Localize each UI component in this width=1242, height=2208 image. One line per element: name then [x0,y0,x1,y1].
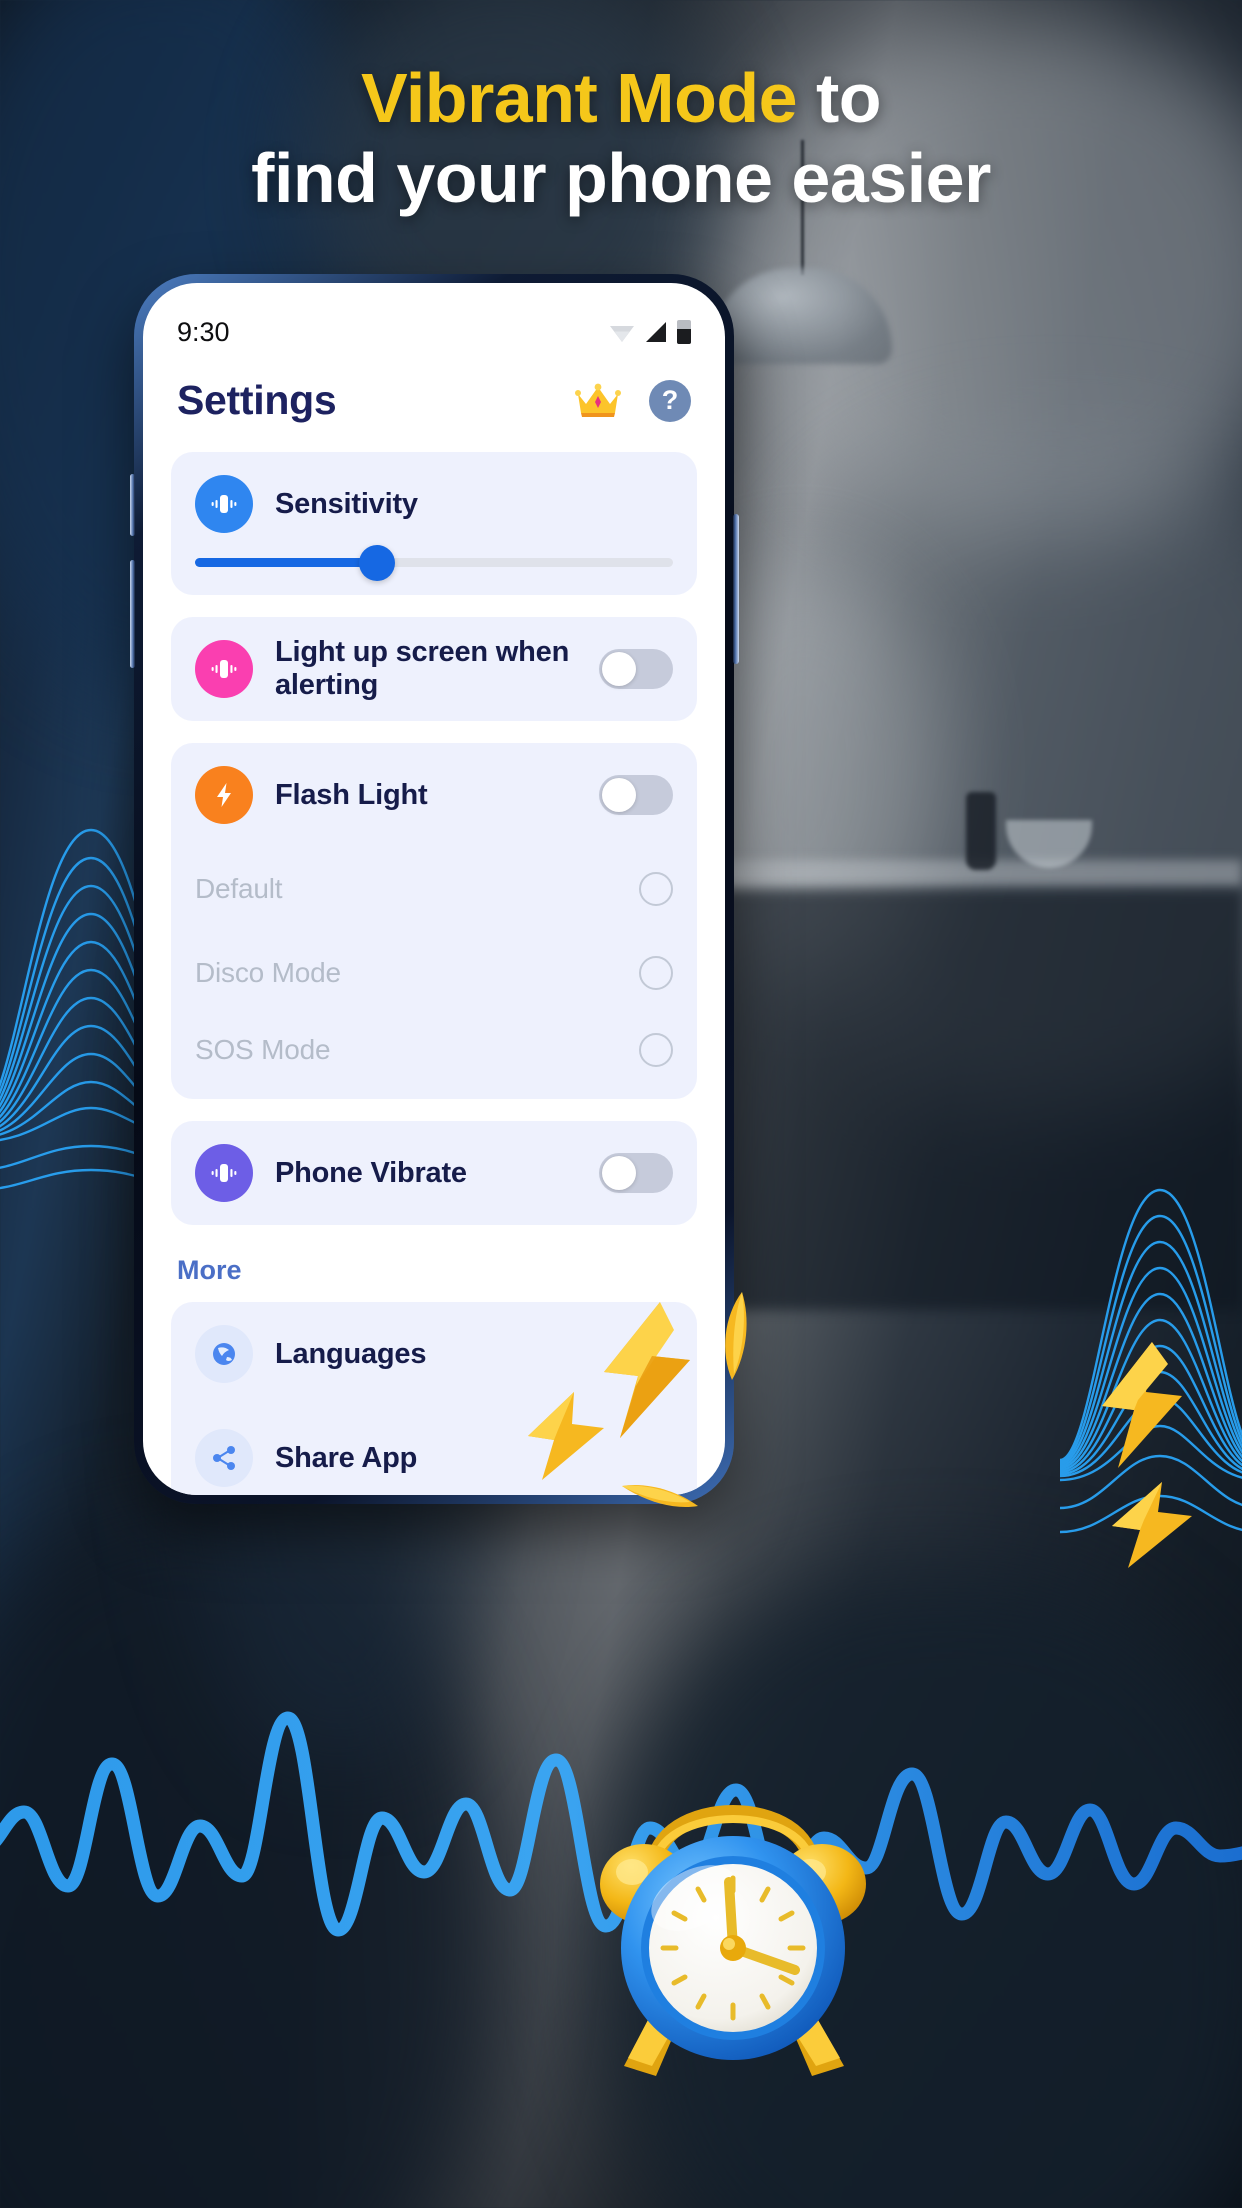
flash-mode-label: Disco Mode [195,957,341,988]
headline: Vibrant Mode to find your phone easier [0,58,1242,218]
headline-accent: Vibrant Mode [360,59,798,137]
more-section-header: More [177,1255,242,1285]
flash-light-label: Flash Light [275,778,428,811]
status-bar: 9:30 [143,283,725,355]
flash-mode-radio[interactable] [639,1033,673,1067]
headline-line2: find your phone easier [251,139,991,217]
flash-mode-row[interactable]: Default [195,847,673,931]
slider-fill [195,558,377,567]
bolt-icon [195,766,253,824]
battery-icon [677,320,691,344]
flash-mode-label: Default [195,873,283,904]
page-title: Settings [177,377,337,423]
signal-icon [646,322,666,342]
slider-thumb[interactable] [358,544,395,581]
flash-mode-radio[interactable] [639,872,673,906]
list-item-label: Languages [275,1337,427,1370]
share-icon [195,1429,253,1487]
vibrate-icon [195,1144,253,1202]
slider-track[interactable] [195,544,673,581]
light-up-row[interactable]: Light up screen when alerting [195,617,673,721]
toggle-knob [602,652,636,686]
phone-vibrate-row[interactable]: Phone Vibrate [195,1121,673,1225]
toggle-knob [602,1156,636,1190]
light-up-label: Light up screen when alerting [275,636,570,701]
list-item[interactable]: Languages [195,1302,673,1406]
phone-mockup: 9:30 Settings ? Sensitivity Light up scr… [130,274,739,1504]
phone-volume-up-button[interactable] [130,474,135,536]
help-button[interactable]: ? [649,379,691,422]
flash-mode-radio[interactable] [639,956,673,990]
sensitivity-row: Sensitivity [195,452,673,556]
phone-vibrate-label: Phone Vibrate [275,1156,467,1189]
settings-list: Sensitivity Light up screen when alertin… [143,434,725,1495]
more-card: Languages Share App [171,1302,697,1495]
vibrate-icon [195,475,253,533]
headline-rest: to [797,59,882,137]
vibrate-icon [195,640,253,698]
light-up-toggle[interactable] [599,649,673,689]
status-icons [609,320,691,344]
flash-mode-row[interactable]: Disco Mode [195,931,673,1015]
phone-power-button[interactable] [733,514,739,664]
globe-icon [195,1325,253,1383]
background-blob [602,1568,1242,2208]
flash-light-toggle[interactable] [599,775,673,815]
background-pot [966,792,996,870]
flash-mode-label: SOS Mode [195,1034,331,1065]
header-actions: ? [575,379,691,422]
list-item-label: Share App [275,1441,418,1474]
toggle-knob [602,778,636,812]
status-time: 9:30 [177,316,230,347]
phone-vibrate-toggle[interactable] [599,1153,673,1193]
flash-light-card: Flash Light Default Disco Mode SOS Mode [171,743,697,1099]
sensitivity-slider[interactable] [195,544,673,595]
app-header: Settings ? [143,355,725,434]
flash-mode-row[interactable]: SOS Mode [195,1015,673,1099]
screenshot-stage: Vibrant Mode to find your phone easier 9… [0,0,1242,2208]
list-item[interactable]: Share App [195,1406,673,1495]
sensitivity-card: Sensitivity [171,452,697,595]
phone-vibrate-card: Phone Vibrate [171,1121,697,1225]
crown-icon[interactable] [575,383,621,419]
sensitivity-label: Sensitivity [275,487,418,520]
wifi-icon [610,326,634,342]
background-cabinet [722,890,1242,1310]
phone-volume-down-button[interactable] [130,560,135,668]
flash-light-row[interactable]: Flash Light [195,743,673,847]
light-up-card: Light up screen when alerting [171,617,697,721]
phone-screen: 9:30 Settings ? Sensitivity Light up scr… [143,283,725,1495]
